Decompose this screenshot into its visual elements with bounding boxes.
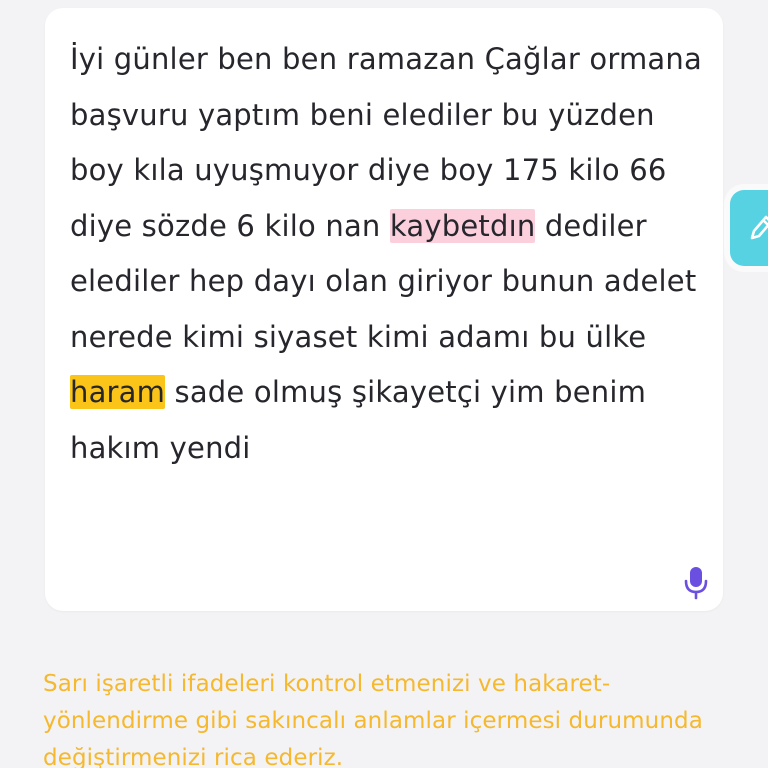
pencil-icon <box>750 215 768 240</box>
complaint-text-body[interactable]: İyi günler ben ben ramazan Çağlar ormana… <box>70 32 710 476</box>
microphone-icon[interactable] <box>683 566 709 600</box>
flagged-word-highlight[interactable]: haram <box>70 375 166 409</box>
warning-message: Sarı işaretli ifadeleri kontrol etmenizi… <box>43 671 703 768</box>
complaint-page: İyi günler ben ben ramazan Çağlar ormana… <box>0 0 768 768</box>
complaint-text-card[interactable]: İyi günler ben ben ramazan Çağlar ormana… <box>45 8 723 611</box>
spelling-highlight[interactable]: kaybetdın <box>389 208 536 243</box>
edit-fab-button[interactable] <box>730 190 768 266</box>
